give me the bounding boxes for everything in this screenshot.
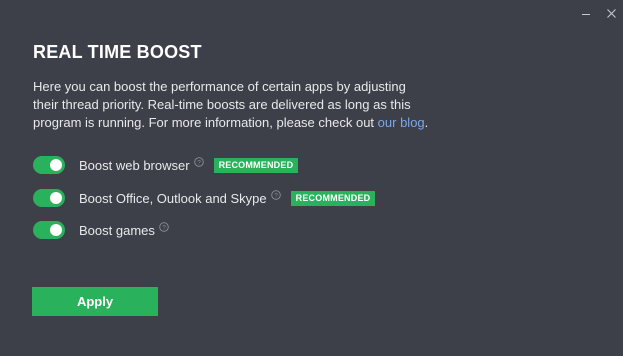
description-body: Here you can boost the performance of ce… — [33, 79, 411, 130]
boost-window: REAL TIME BOOST Here you can boost the p… — [0, 0, 623, 356]
option-label: Boost Office, Outlook and Skype — [79, 190, 267, 206]
apply-button[interactable]: Apply — [32, 287, 158, 316]
option-boost-office: Boost Office, Outlook and Skype ? RECOMM… — [33, 189, 376, 207]
close-icon — [606, 8, 616, 18]
svg-text:?: ? — [274, 193, 278, 200]
description-suffix: . — [424, 115, 429, 130]
page-title: REAL TIME BOOST — [33, 42, 202, 62]
recommended-badge: RECOMMENDED — [213, 157, 299, 173]
minimize-button[interactable] — [576, 4, 596, 22]
option-boost-web-browser: Boost web browser ? RECOMMENDED — [33, 156, 299, 174]
option-label: Boost games — [79, 222, 155, 238]
svg-text:?: ? — [197, 160, 201, 167]
boost-web-browser-toggle[interactable] — [33, 156, 65, 174]
recommended-badge: RECOMMENDED — [290, 190, 376, 206]
help-icon[interactable]: ? — [159, 222, 169, 232]
toggle-knob — [50, 159, 62, 171]
close-button[interactable] — [601, 4, 621, 22]
option-label: Boost web browser — [79, 157, 190, 173]
svg-text:?: ? — [162, 225, 166, 232]
description-text: Here you can boost the performance of ce… — [33, 78, 433, 132]
minimize-icon — [582, 13, 590, 15]
boost-games-toggle[interactable] — [33, 221, 65, 239]
help-icon[interactable]: ? — [270, 190, 281, 200]
option-boost-games: Boost games ? — [33, 221, 169, 239]
blog-link[interactable]: our blog — [378, 115, 425, 130]
boost-office-toggle[interactable] — [33, 189, 65, 207]
help-icon[interactable]: ? — [193, 157, 204, 167]
toggle-knob — [50, 192, 62, 204]
toggle-knob — [50, 224, 62, 236]
